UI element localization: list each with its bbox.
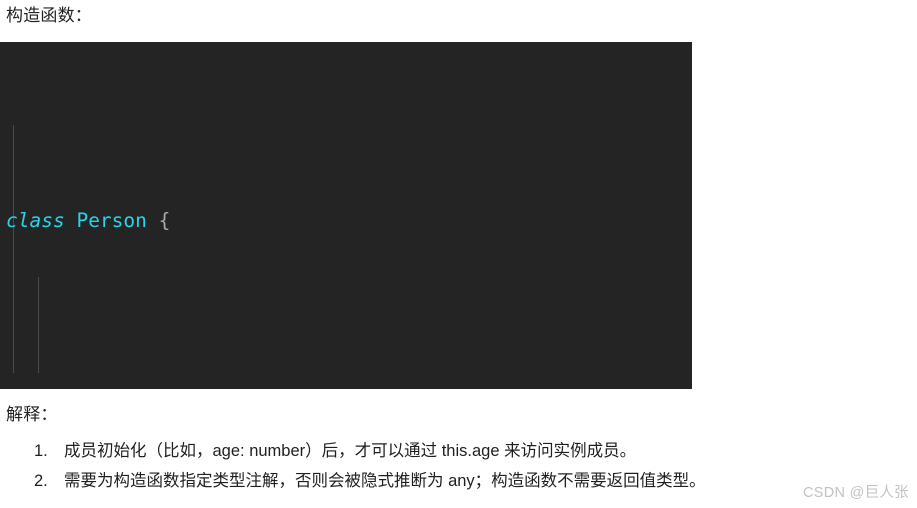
- code-block: class Person { age: number gender: strin…: [0, 42, 692, 389]
- list-item-text: 成员初始化（比如，age: number）后，才可以通过 this.age 来访…: [64, 442, 637, 460]
- explanation-title: 解释：: [6, 405, 58, 424]
- list-item-marker: 2.: [34, 472, 48, 490]
- list-item-text: 需要为构造函数指定类型注解，否则会被隐式推断为 any；构造函数不需要返回值类型…: [64, 472, 706, 490]
- token-keyword-class: class: [6, 209, 65, 232]
- code-line-1: class Person {: [0, 202, 692, 240]
- list-item-marker: 1.: [34, 442, 48, 460]
- page-title: 构造函数：: [6, 6, 92, 25]
- token-class-name: Person: [76, 209, 147, 232]
- list-item: 2. 需要为构造函数指定类型注解，否则会被隐式推断为 any；构造函数不需要返回…: [0, 466, 917, 496]
- explanation-list: 1. 成员初始化（比如，age: number）后，才可以通过 this.age…: [0, 436, 917, 496]
- list-item: 1. 成员初始化（比如，age: number）后，才可以通过 this.age…: [0, 436, 917, 466]
- token-space-1: [65, 209, 77, 232]
- token-space-2: [147, 209, 159, 232]
- csdn-watermark: CSDN @巨人张: [802, 485, 909, 501]
- code-lines: class Person { age: number gender: strin…: [0, 42, 692, 389]
- token-brace-open-class: {: [158, 209, 171, 232]
